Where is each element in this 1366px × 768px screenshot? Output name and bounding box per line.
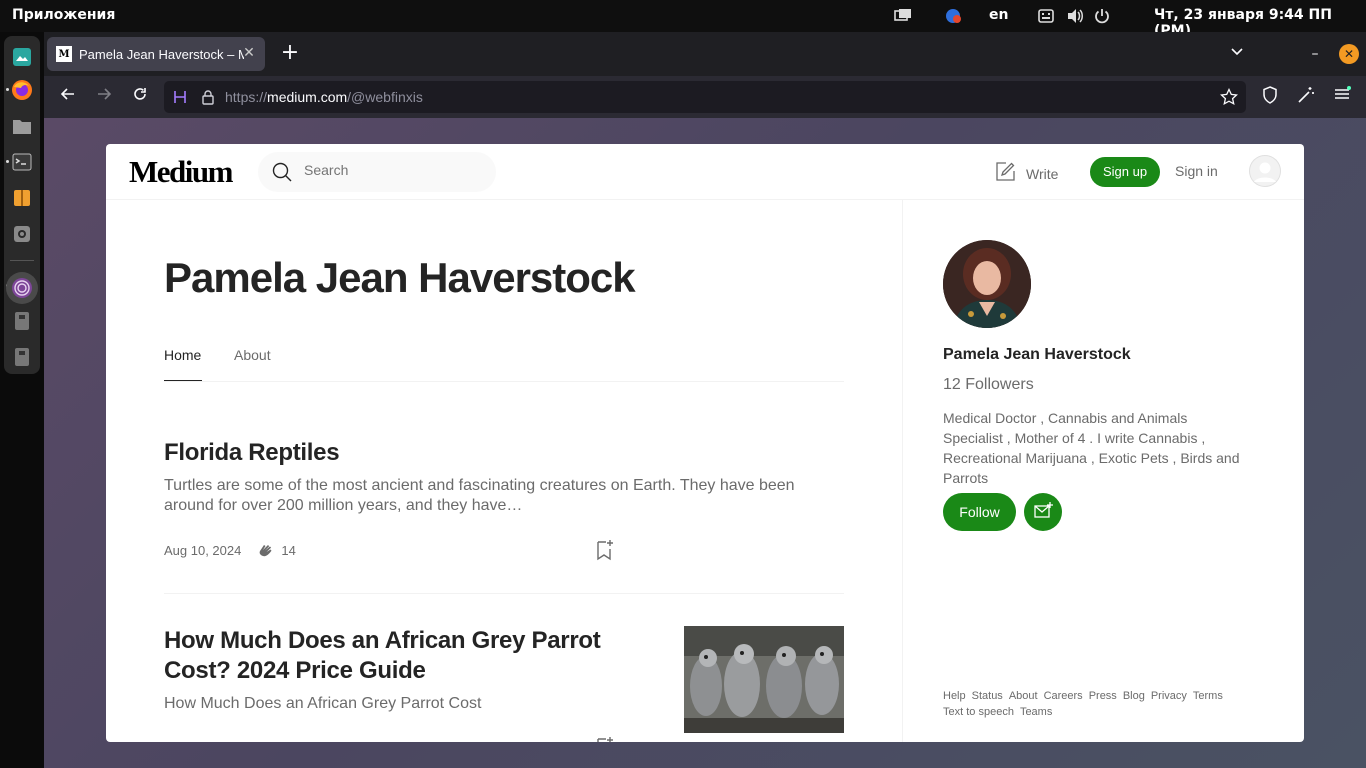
usb-icon[interactable] bbox=[9, 308, 35, 334]
bookmark-star-icon[interactable] bbox=[1220, 87, 1238, 110]
close-tab-icon[interactable]: ✕ bbox=[241, 45, 257, 61]
system-top-panel: Приложения en Чт, 23 января 9:44 ПП (PM) bbox=[0, 0, 1366, 39]
browser-viewport: Medium Write Sign up Sign in Pamela Jean bbox=[44, 118, 1366, 768]
site-permissions-icon[interactable] bbox=[172, 89, 188, 109]
browser-navigation-bar: https://medium.com/@webfinxis bbox=[44, 76, 1366, 118]
address-bar[interactable]: https://medium.com/@webfinxis bbox=[164, 81, 1246, 113]
write-button[interactable]: Write bbox=[994, 161, 1058, 186]
post-subtitle[interactable]: How Much Does an African Grey Parrot Cos… bbox=[164, 694, 624, 714]
search-box[interactable] bbox=[258, 152, 496, 192]
tab-about[interactable]: About bbox=[234, 347, 271, 363]
footer-link-help[interactable]: Help bbox=[943, 690, 966, 702]
terminal-icon[interactable] bbox=[9, 149, 35, 175]
files-icon[interactable] bbox=[9, 113, 35, 139]
post-card[interactable]: How Much Does an African Grey Parrot Cos… bbox=[164, 626, 624, 714]
sign-up-button[interactable]: Sign up bbox=[1090, 157, 1160, 187]
post-title[interactable]: Florida Reptiles bbox=[164, 438, 844, 468]
back-arrow-icon[interactable] bbox=[57, 86, 79, 108]
applications-menu[interactable]: Приложения bbox=[12, 7, 115, 23]
footer-link-teams[interactable]: Teams bbox=[1020, 706, 1052, 718]
post-subtitle[interactable]: Turtles are some of the most ancient and… bbox=[164, 476, 844, 516]
lock-icon[interactable] bbox=[201, 89, 215, 109]
post-thumbnail-parrots[interactable] bbox=[684, 626, 844, 733]
author-avatar[interactable] bbox=[943, 240, 1031, 328]
minimize-window-icon[interactable]: – bbox=[1305, 44, 1325, 64]
footer-link-press[interactable]: Press bbox=[1089, 690, 1117, 702]
tab-title: Pamela Jean Haverstock – Medium bbox=[79, 46, 244, 62]
footer-link-careers[interactable]: Careers bbox=[1044, 690, 1083, 702]
list-all-tabs-icon[interactable] bbox=[1227, 44, 1247, 64]
medium-profile-page: Medium Write Sign up Sign in Pamela Jean bbox=[106, 144, 1304, 742]
subscribe-email-button[interactable] bbox=[1024, 493, 1062, 531]
power-icon[interactable] bbox=[1094, 0, 1110, 32]
footer-link-privacy[interactable]: Privacy bbox=[1151, 690, 1187, 702]
clap-count: 14 bbox=[281, 542, 296, 558]
sign-in-link[interactable]: Sign in bbox=[1175, 163, 1218, 179]
firefox-icon[interactable] bbox=[9, 77, 35, 103]
tor-icon[interactable] bbox=[6, 272, 38, 304]
followers-count[interactable]: 12 Followers bbox=[943, 376, 1034, 394]
profile-tabs: Home About bbox=[164, 346, 844, 382]
usb-icon-2[interactable] bbox=[9, 344, 35, 370]
medium-logo[interactable]: Medium bbox=[129, 154, 233, 190]
sidebar-divider bbox=[902, 200, 903, 742]
url-text[interactable]: https://medium.com/@webfinxis bbox=[225, 89, 423, 105]
volume-icon[interactable] bbox=[1066, 0, 1084, 32]
footer-link-terms[interactable]: Terms bbox=[1193, 690, 1223, 702]
settings-icon[interactable] bbox=[9, 221, 35, 247]
post-meta: Aug 10, 2024 14 bbox=[164, 542, 296, 558]
new-tab-button[interactable]: + bbox=[278, 42, 302, 66]
reload-icon[interactable] bbox=[129, 86, 151, 108]
shield-icon[interactable] bbox=[1259, 86, 1281, 108]
write-pencil-icon bbox=[994, 161, 1016, 186]
bookmark-add-icon[interactable] bbox=[595, 736, 615, 742]
photos-icon[interactable] bbox=[9, 44, 35, 70]
app-menu-icon[interactable] bbox=[1331, 86, 1353, 108]
extensions-wand-icon[interactable] bbox=[1295, 86, 1317, 108]
footer-link-text-to-speech[interactable]: Text to speech bbox=[943, 706, 1014, 718]
post-divider bbox=[164, 593, 844, 594]
medium-header: Medium Write Sign up Sign in bbox=[106, 144, 1304, 200]
follow-button[interactable]: Follow bbox=[943, 493, 1016, 531]
author-bio: Medical Doctor , Cannabis and Animals Sp… bbox=[943, 410, 1240, 486]
footer-link-about[interactable]: About bbox=[1009, 690, 1038, 702]
clap-icon bbox=[257, 542, 275, 558]
screen-share-icon[interactable] bbox=[894, 0, 912, 32]
notification-app-icon[interactable] bbox=[945, 0, 963, 32]
medium-favicon: M bbox=[56, 46, 72, 62]
archive-icon[interactable] bbox=[9, 185, 35, 211]
author-name[interactable]: Pamela Jean Haverstock bbox=[943, 346, 1131, 364]
search-icon bbox=[272, 162, 292, 182]
tab-home[interactable]: Home bbox=[164, 347, 201, 363]
browser-tab-active[interactable]: M Pamela Jean Haverstock – Medium ✕ bbox=[47, 37, 265, 71]
close-window-icon[interactable]: ✕ bbox=[1339, 44, 1359, 64]
keyboard-icon[interactable] bbox=[1038, 0, 1054, 32]
footer-link-status[interactable]: Status bbox=[972, 690, 1003, 702]
post-date: Aug 10, 2024 bbox=[164, 542, 242, 558]
write-label: Write bbox=[1026, 165, 1059, 182]
post-card[interactable]: Florida Reptiles Turtles are some of the… bbox=[164, 438, 844, 516]
footer-link-blog[interactable]: Blog bbox=[1123, 690, 1145, 702]
keyboard-language[interactable]: en bbox=[989, 7, 1008, 23]
user-avatar-icon[interactable] bbox=[1249, 155, 1281, 187]
active-tab-indicator bbox=[164, 380, 202, 381]
post-title[interactable]: How Much Does an African Grey Parrot Cos… bbox=[164, 626, 624, 686]
bookmark-add-icon[interactable] bbox=[595, 539, 615, 561]
footer-links: Help Status About Careers Press Blog Privacy Te… bbox=[943, 688, 1253, 720]
browser-tab-bar: M Pamela Jean Haverstock – Medium ✕ + – … bbox=[44, 32, 1366, 76]
search-input[interactable] bbox=[304, 162, 484, 178]
forward-arrow-icon[interactable] bbox=[93, 86, 115, 108]
application-dock bbox=[0, 32, 44, 768]
dock-separator bbox=[10, 260, 34, 261]
mail-plus-icon bbox=[1034, 502, 1053, 518]
page-title: Pamela Jean Haverstock bbox=[164, 254, 636, 301]
